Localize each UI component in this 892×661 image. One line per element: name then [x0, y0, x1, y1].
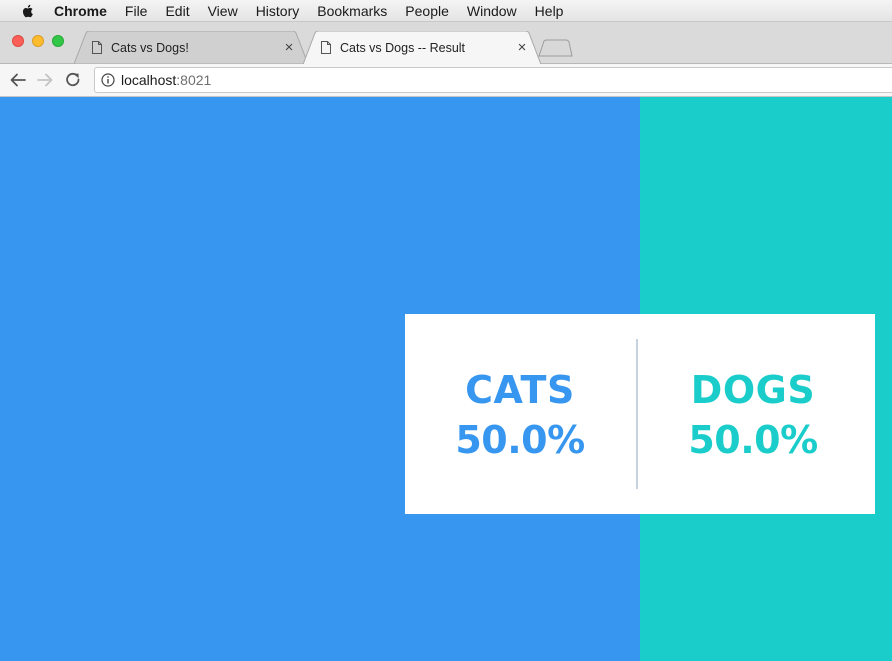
menu-bookmarks[interactable]: Bookmarks: [317, 3, 387, 19]
page-icon: [92, 41, 102, 54]
new-tab-button[interactable]: [537, 39, 573, 57]
dogs-label: DOGS: [690, 368, 816, 412]
tab-result[interactable]: Cats vs Dogs -- Result ×: [303, 31, 541, 64]
menu-help[interactable]: Help: [535, 3, 564, 19]
tab-title: Cats vs Dogs -- Result: [340, 40, 466, 55]
tab-title: Cats vs Dogs!: [111, 40, 189, 55]
cats-percent: 50.0%: [455, 418, 585, 462]
tab-strip: Cats vs Dogs! × Cats vs Dogs -- Result ×: [0, 22, 892, 64]
tab-cats-vs-dogs[interactable]: Cats vs Dogs! ×: [74, 31, 308, 64]
menu-history[interactable]: History: [256, 3, 300, 19]
reload-icon[interactable]: [64, 71, 82, 89]
menu-view[interactable]: View: [208, 3, 238, 19]
minimize-window-button[interactable]: [32, 35, 44, 47]
cats-label: CATS: [465, 368, 575, 412]
browser-toolbar: localhost:8021: [0, 64, 892, 97]
cats-result: CATS 50.0%: [405, 366, 635, 466]
address-bar[interactable]: localhost:8021: [94, 67, 892, 93]
menu-file[interactable]: File: [125, 3, 148, 19]
url-port: :8021: [176, 72, 212, 88]
menu-bar: Chrome File Edit View History Bookmarks …: [0, 0, 892, 22]
forward-arrow-icon[interactable]: [36, 71, 54, 89]
apple-icon[interactable]: [20, 3, 36, 19]
menu-chrome[interactable]: Chrome: [54, 3, 107, 19]
zoom-window-button[interactable]: [52, 35, 64, 47]
dogs-result: DOGS 50.0%: [638, 366, 868, 466]
close-icon[interactable]: ×: [282, 39, 296, 56]
close-window-button[interactable]: [12, 35, 24, 47]
menu-edit[interactable]: Edit: [165, 3, 189, 19]
close-icon[interactable]: ×: [515, 39, 529, 56]
page-icon: [321, 41, 331, 54]
page-content: CATS 50.0% DOGS 50.0%: [0, 97, 892, 661]
back-arrow-icon[interactable]: [9, 71, 27, 89]
menu-window[interactable]: Window: [467, 3, 517, 19]
dogs-percent: 50.0%: [688, 418, 818, 462]
menu-people[interactable]: People: [405, 3, 449, 19]
info-icon[interactable]: [101, 73, 115, 87]
result-card: CATS 50.0% DOGS 50.0%: [405, 314, 875, 514]
url-host: localhost: [121, 72, 177, 88]
